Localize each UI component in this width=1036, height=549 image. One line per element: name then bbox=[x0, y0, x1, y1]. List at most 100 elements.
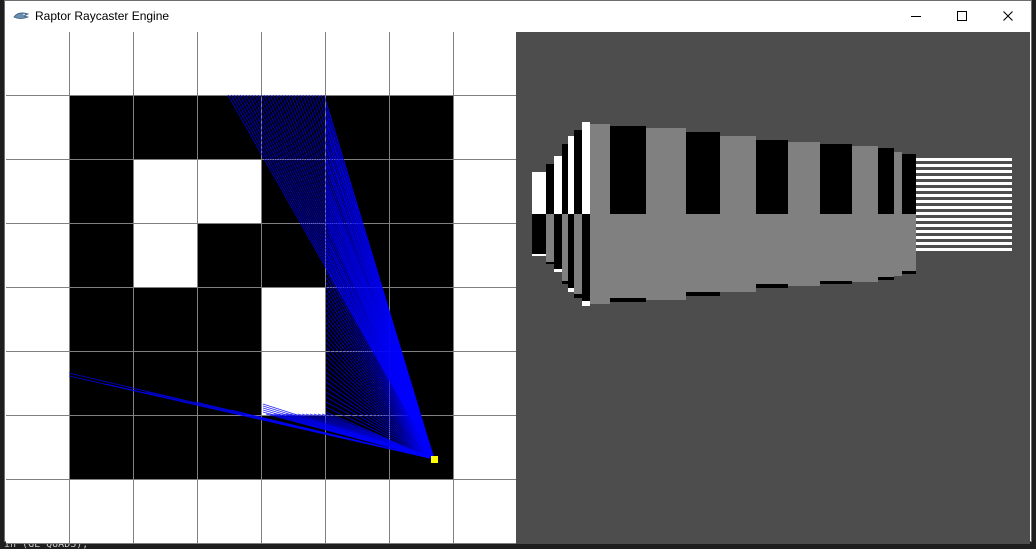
raycast-3d-render bbox=[532, 122, 1012, 306]
window-controls bbox=[893, 1, 1031, 31]
player-marker bbox=[431, 456, 438, 463]
distant-wall-stripe bbox=[916, 164, 1012, 167]
top-down-map bbox=[6, 32, 516, 544]
distant-wall-stripe bbox=[916, 212, 1012, 215]
distant-wall-stripe bbox=[916, 224, 1012, 227]
map-wall-cell bbox=[6, 160, 69, 223]
map-floor-cell bbox=[70, 288, 133, 351]
wall-slice-texture bbox=[590, 214, 610, 300]
distant-wall-stripe bbox=[916, 242, 1012, 245]
distant-wall-stripe bbox=[916, 218, 1012, 221]
wall-slice-texture bbox=[574, 214, 582, 294]
map-wall-cell bbox=[262, 352, 325, 415]
wall-slice-texture bbox=[610, 214, 646, 298]
map-wall-cell bbox=[454, 32, 516, 95]
map-wall-cell bbox=[70, 480, 133, 543]
map-floor-cell bbox=[134, 96, 197, 159]
map-floor-cell bbox=[70, 224, 133, 287]
map-wall-cell bbox=[198, 32, 261, 95]
wall-slice-texture bbox=[894, 214, 902, 273]
map-floor-cell bbox=[390, 288, 453, 351]
map-wall-cell bbox=[198, 480, 261, 543]
map-wall-cell bbox=[6, 224, 69, 287]
distant-wall-stripe bbox=[916, 176, 1012, 179]
wall-slice-texture bbox=[568, 214, 574, 288]
map-wall-cell bbox=[262, 480, 325, 543]
map-wall-cell bbox=[454, 416, 516, 479]
map-floor-cell bbox=[198, 288, 261, 351]
map-wall-cell bbox=[454, 224, 516, 287]
wall-slice-texture bbox=[562, 214, 568, 281]
wall-slice-texture bbox=[720, 214, 756, 288]
map-wall-cell bbox=[70, 32, 133, 95]
map-wall-cell bbox=[390, 480, 453, 543]
map-floor-cell bbox=[198, 416, 261, 479]
map-floor-cell bbox=[198, 224, 261, 287]
map-wall-cell bbox=[6, 32, 69, 95]
distant-wall-stripe bbox=[916, 188, 1012, 191]
map-wall-cell bbox=[326, 480, 389, 543]
wall-slice-texture bbox=[546, 214, 554, 262]
wall-slice-texture bbox=[554, 214, 562, 269]
minimize-button[interactable] bbox=[893, 1, 939, 31]
wall-slice-texture bbox=[902, 214, 916, 271]
game-viewport[interactable] bbox=[6, 32, 1030, 544]
first-person-view bbox=[516, 32, 1030, 544]
distant-wall-stripe bbox=[916, 170, 1012, 173]
map-floor-cell bbox=[134, 352, 197, 415]
maximize-button[interactable] bbox=[939, 1, 985, 31]
minimize-icon bbox=[911, 16, 921, 17]
map-wall-cell bbox=[6, 416, 69, 479]
map-floor-cell bbox=[390, 96, 453, 159]
wall-slice-texture bbox=[852, 214, 878, 279]
app-window: Raptor Raycaster Engine bbox=[4, 0, 1032, 544]
wall-slice-texture bbox=[878, 214, 894, 277]
distant-wall-stripe bbox=[916, 158, 1012, 161]
close-button[interactable] bbox=[985, 1, 1031, 31]
map-wall-cell bbox=[134, 224, 197, 287]
map-floor-cell bbox=[70, 416, 133, 479]
distant-wall-stripe bbox=[916, 230, 1012, 233]
map-wall-cell bbox=[262, 32, 325, 95]
map-wall-cell bbox=[134, 32, 197, 95]
distant-wall-stripe bbox=[916, 248, 1012, 251]
distant-wall-stripe bbox=[916, 182, 1012, 185]
map-wall-cell bbox=[134, 480, 197, 543]
map-wall-cell bbox=[390, 32, 453, 95]
map-floor-cell bbox=[70, 160, 133, 223]
map-wall-cell bbox=[454, 480, 516, 543]
wall-slice-texture bbox=[820, 214, 852, 281]
raptor-app-icon bbox=[13, 8, 29, 24]
map-wall-cell bbox=[134, 160, 197, 223]
map-wall-cell bbox=[454, 96, 516, 159]
distant-wall-stripe bbox=[916, 206, 1012, 209]
maximize-icon bbox=[957, 11, 967, 21]
map-floor-cell bbox=[390, 160, 453, 223]
map-floor-cell bbox=[134, 416, 197, 479]
wall-slice-texture bbox=[756, 214, 788, 284]
map-floor-cell bbox=[390, 224, 453, 287]
title-bar[interactable]: Raptor Raycaster Engine bbox=[5, 1, 1031, 31]
distant-wall-stripe bbox=[916, 200, 1012, 203]
map-floor-cell bbox=[134, 288, 197, 351]
map-wall-cell bbox=[454, 352, 516, 415]
wall-slice-texture bbox=[646, 214, 686, 296]
map-wall-cell bbox=[454, 288, 516, 351]
map-wall-cell bbox=[6, 96, 69, 159]
wall-slice-texture bbox=[532, 214, 546, 254]
distant-wall-stripe bbox=[916, 194, 1012, 197]
map-wall-cell bbox=[262, 288, 325, 351]
window-title: Raptor Raycaster Engine bbox=[35, 9, 170, 23]
wall-slice-texture bbox=[788, 214, 820, 282]
map-wall-cell bbox=[454, 160, 516, 223]
close-icon bbox=[1003, 11, 1013, 21]
map-wall-cell bbox=[6, 480, 69, 543]
wall-slice-texture bbox=[686, 214, 720, 292]
map-wall-cell bbox=[6, 288, 69, 351]
map-wall-cell bbox=[6, 352, 69, 415]
distant-wall-stripe bbox=[916, 236, 1012, 239]
map-floor-cell bbox=[70, 96, 133, 159]
wall-slice-texture bbox=[582, 214, 590, 301]
map-wall-cell bbox=[326, 32, 389, 95]
map-wall-cell bbox=[198, 160, 261, 223]
